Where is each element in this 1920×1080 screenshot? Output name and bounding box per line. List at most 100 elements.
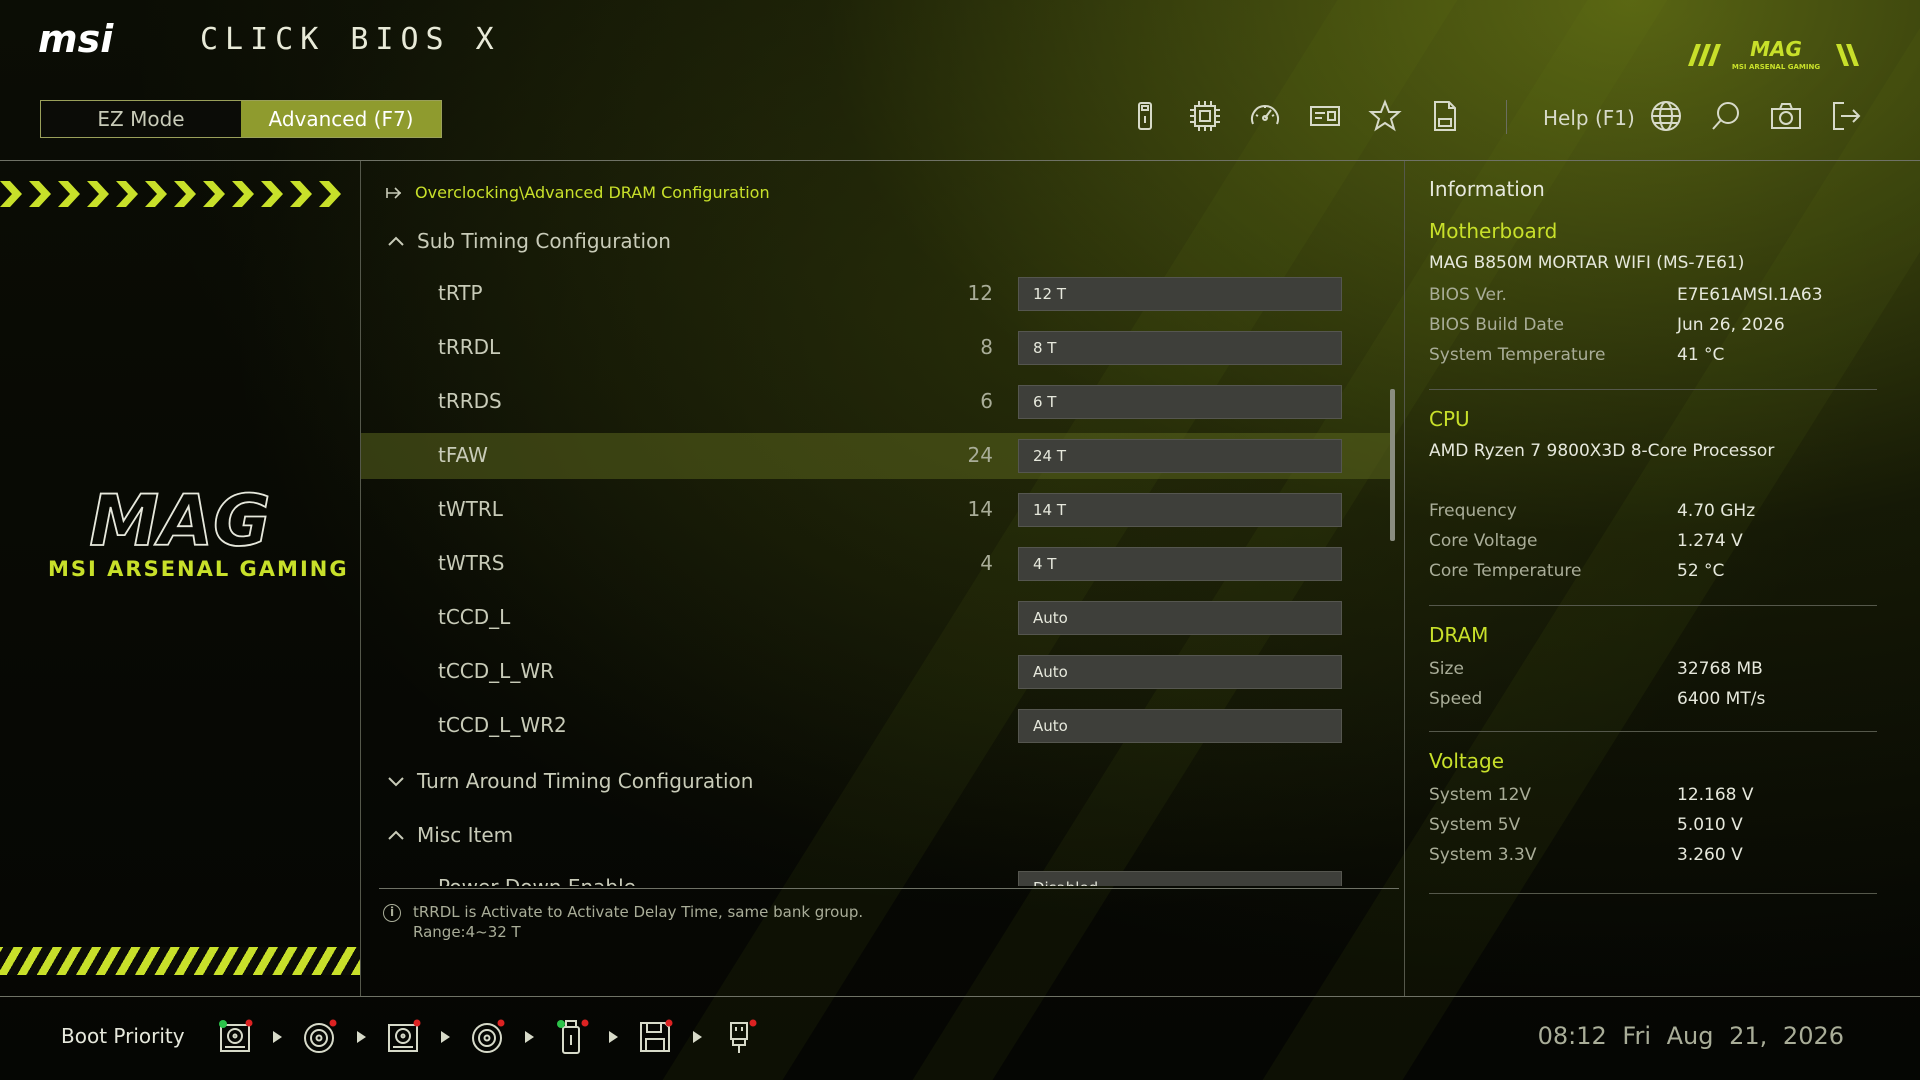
information-panel: Information Motherboard MAG B850M MORTAR…	[1404, 161, 1920, 996]
dram-speed-label: Speed	[1429, 689, 1483, 709]
value-field[interactable]: 24 T	[1018, 439, 1342, 473]
value-dropdown[interactable]: Disabled	[1018, 871, 1342, 886]
info-icon: i	[383, 904, 401, 922]
scrollbar-thumb[interactable]	[1390, 389, 1395, 541]
hdd-icon[interactable]	[383, 1017, 423, 1057]
mag-logo: MAG	[88, 481, 271, 561]
globe-icon[interactable]	[1646, 96, 1686, 136]
bios-date-value: Jun 26, 2026	[1677, 315, 1785, 335]
value-field[interactable]: 12 T	[1018, 277, 1342, 311]
cpu-heading: CPU	[1429, 407, 1470, 431]
setting-row-tccd-l-wr[interactable]: tCCD_L_WR Auto	[361, 649, 1391, 695]
svg-text:msi: msi	[38, 18, 114, 60]
gauge-icon[interactable]	[1245, 96, 1285, 136]
value-field[interactable]: 6 T	[1018, 385, 1342, 419]
ez-mode-button[interactable]: EZ Mode	[41, 101, 241, 137]
section-label: Turn Around Timing Configuration	[417, 769, 754, 793]
section-turn-around-timing[interactable]: Turn Around Timing Configuration	[387, 769, 753, 793]
section-label: Misc Item	[417, 823, 514, 847]
value-field[interactable]: 4 T	[1018, 547, 1342, 581]
breadcrumb[interactable]: Overclocking\Advanced DRAM Configuration	[385, 183, 770, 202]
mag-top-logo: MAG MSI ARSENAL GAMING	[1688, 37, 1859, 71]
setting-label: tRTP	[438, 281, 483, 305]
value-field[interactable]: Auto	[1018, 655, 1342, 689]
dram-heading: DRAM	[1429, 623, 1489, 647]
log-file-icon[interactable]	[1425, 96, 1465, 136]
bios-date-label: BIOS Build Date	[1429, 315, 1564, 335]
help-button[interactable]: Help (F1)	[1543, 106, 1635, 130]
exit-icon[interactable]	[1826, 96, 1866, 136]
boot-arrow	[441, 1031, 450, 1043]
breadcrumb-path: Overclocking\Advanced DRAM Configuration	[415, 183, 770, 202]
current-value: 14	[967, 497, 993, 521]
usb-plug-icon[interactable]	[719, 1017, 759, 1057]
floppy-icon[interactable]	[635, 1017, 675, 1057]
value-field[interactable]: Auto	[1018, 601, 1342, 635]
settings-panel: Overclocking\Advanced DRAM Configuration…	[361, 161, 1403, 996]
current-value: 8	[980, 335, 993, 359]
footer: Boot Priority 08:12 Fri Aug 21, 2026	[0, 997, 1920, 1080]
setting-label: tFAW	[438, 443, 488, 467]
setting-row-twtrs[interactable]: tWTRS 4 4 T	[361, 541, 1391, 587]
setting-label: tRRDS	[438, 389, 502, 413]
motherboard-model: MAG B850M MORTAR WIFI (MS-7E61)	[1429, 253, 1745, 273]
setting-row-tccd-l[interactable]: tCCD_L Auto	[361, 595, 1391, 641]
info-divider	[1429, 389, 1877, 390]
optical-disc-icon[interactable]	[299, 1017, 339, 1057]
setting-label: tCCD_L	[438, 605, 511, 629]
toolbar-divider	[1506, 100, 1507, 134]
usb-drive-icon[interactable]	[1125, 96, 1165, 136]
help-range-line: Range:4~32 T	[413, 923, 521, 941]
setting-row-tfaw[interactable]: tFAW 24 24 T	[361, 433, 1391, 479]
v33-value: 3.260 V	[1677, 845, 1743, 865]
boot-arrow	[609, 1031, 618, 1043]
star-icon[interactable]	[1365, 96, 1405, 136]
current-value: 24	[967, 443, 993, 467]
search-icon[interactable]	[1706, 96, 1746, 136]
boot-arrow	[693, 1031, 702, 1043]
setting-row-tccd-l-wr2[interactable]: tCCD_L_WR2 Auto	[361, 703, 1391, 749]
time: 08:12	[1537, 1022, 1607, 1050]
core-temp-value: 52 °C	[1677, 561, 1725, 581]
hdd-icon[interactable]	[215, 1017, 255, 1057]
current-value: 6	[980, 389, 993, 413]
boot-arrow	[525, 1031, 534, 1043]
boot-arrow	[273, 1031, 282, 1043]
value-field[interactable]: 8 T	[1018, 331, 1342, 365]
back-icon[interactable]	[385, 185, 405, 201]
setting-label: tWTRS	[438, 551, 505, 575]
settings-list: Overclocking\Advanced DRAM Configuration…	[361, 161, 1403, 886]
bios-ver-value: E7E61AMSI.1A63	[1677, 285, 1823, 305]
boot-arrow	[357, 1031, 366, 1043]
section-sub-timing[interactable]: Sub Timing Configuration	[387, 229, 671, 253]
info-divider	[1429, 731, 1877, 732]
core-voltage-value: 1.274 V	[1677, 531, 1743, 551]
setting-row-trrdl[interactable]: tRRDL 8 8 T	[361, 325, 1391, 371]
camera-icon[interactable]	[1766, 96, 1806, 136]
usb-key-icon[interactable]	[551, 1017, 591, 1057]
setting-label: tCCD_L_WR2	[438, 713, 567, 737]
cpu-freq-value: 4.70 GHz	[1677, 501, 1756, 521]
voltage-heading: Voltage	[1429, 749, 1505, 773]
v5-label: System 5V	[1429, 815, 1521, 835]
boot-priority-label: Boot Priority	[61, 1024, 185, 1048]
setting-row-trrds[interactable]: tRRDS 6 6 T	[361, 379, 1391, 425]
info-divider	[1429, 893, 1877, 894]
setting-label: Power Down Enable	[438, 875, 636, 886]
setting-row-trtp[interactable]: tRTP 12 12 T	[361, 271, 1391, 317]
memory-card-icon[interactable]	[1305, 96, 1345, 136]
setting-row-twtrl[interactable]: tWTRL 14 14 T	[361, 487, 1391, 533]
setting-label: tCCD_L_WR	[438, 659, 554, 683]
optical-disc-icon[interactable]	[467, 1017, 507, 1057]
setting-row-power-down-enable[interactable]: Power Down Enable Disabled	[361, 865, 1391, 886]
setting-label: tRRDL	[438, 335, 501, 359]
value-field[interactable]: Auto	[1018, 709, 1342, 743]
section-misc-item[interactable]: Misc Item	[387, 823, 513, 847]
msi-logo: msi	[38, 18, 114, 60]
advanced-mode-button[interactable]: Advanced (F7)	[241, 101, 441, 137]
help-divider	[379, 888, 1399, 889]
chevron-down-icon	[388, 777, 404, 787]
cpu-chip-icon[interactable]	[1185, 96, 1225, 136]
chevron-up-icon	[388, 236, 404, 246]
value-field[interactable]: 14 T	[1018, 493, 1342, 527]
